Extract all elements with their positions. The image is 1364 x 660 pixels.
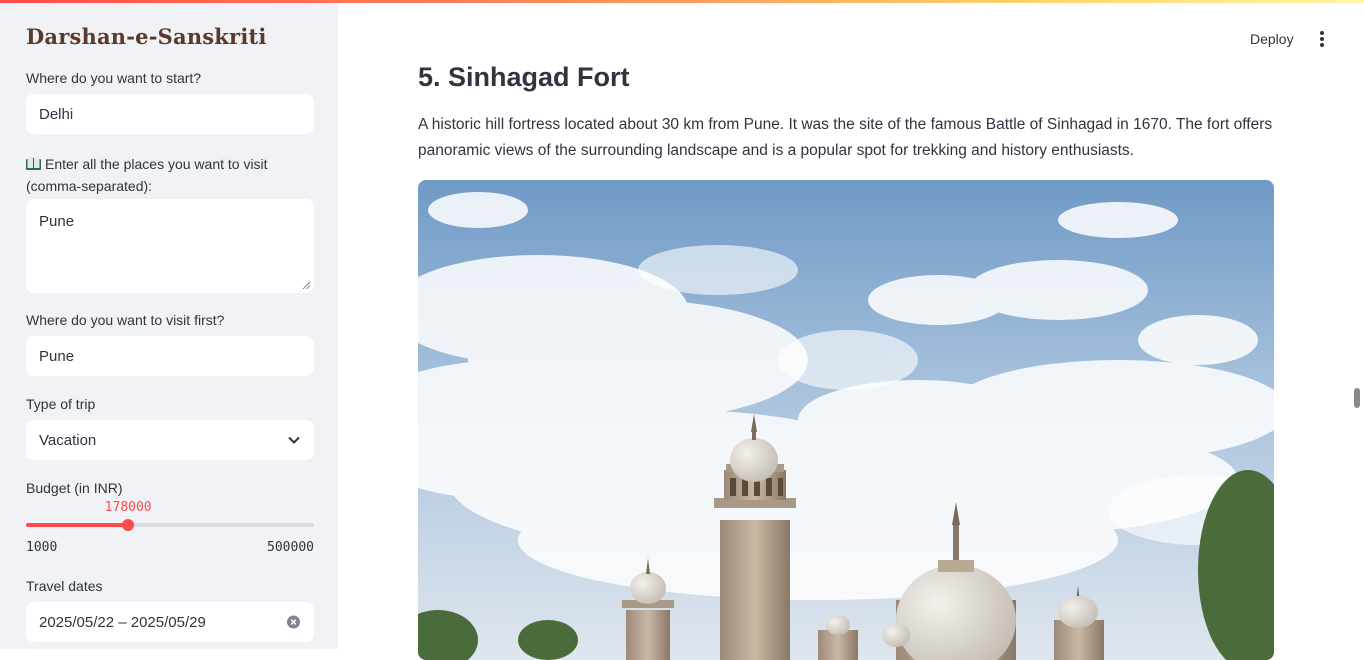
monument-photo xyxy=(418,180,1274,660)
places-textarea[interactable]: Pune xyxy=(26,199,314,293)
budget-slider[interactable] xyxy=(26,519,314,531)
trip-type-value: Vacation xyxy=(39,431,97,449)
first-input[interactable]: Pune xyxy=(26,336,314,376)
section-heading: 5. Sinhagad Fort xyxy=(418,62,630,92)
places-textarea-value: Pune xyxy=(39,213,75,230)
monument-photo-image xyxy=(418,180,1274,660)
places-label-text: Enter all the places you want to visit (… xyxy=(26,156,268,194)
budget-slider-fill xyxy=(26,523,129,527)
budget-slider-value: 178000 xyxy=(104,500,152,515)
budget-label: Budget (in INR) xyxy=(26,480,123,496)
page-scrollbar-thumb[interactable] xyxy=(1354,388,1360,408)
section-description: A historic hill fortress located about 3… xyxy=(418,116,1273,159)
first-input-value: Pune xyxy=(39,347,75,365)
sidebar: Darshan-e-Sanskriti Where do you want to… xyxy=(0,0,338,649)
start-input-value: Delhi xyxy=(39,105,74,123)
dates-label: Travel dates xyxy=(26,578,103,594)
chevron-down-icon xyxy=(288,436,300,444)
places-label: Enter all the places you want to visit (… xyxy=(26,153,316,197)
first-label: Where do you want to visit first? xyxy=(26,312,225,328)
app-title: Darshan-e-Sanskriti xyxy=(26,24,267,49)
start-input[interactable]: Delhi xyxy=(26,94,314,134)
budget-max-label: 500000 xyxy=(267,540,314,555)
budget-min-label: 1000 xyxy=(26,540,58,555)
dates-input-value: 2025/05/22 – 2025/05/29 xyxy=(39,613,206,631)
deploy-button[interactable]: Deploy xyxy=(1244,29,1300,49)
start-label: Where do you want to start? xyxy=(26,70,202,86)
more-vertical-icon[interactable] xyxy=(1313,29,1331,49)
top-accent-bar xyxy=(0,0,1364,3)
clear-icon[interactable] xyxy=(287,615,300,629)
dates-input[interactable]: 2025/05/22 – 2025/05/29 xyxy=(26,602,314,642)
budget-slider-thumb[interactable] xyxy=(122,519,135,531)
trip-type-select[interactable]: Vacation xyxy=(26,420,314,460)
trip-type-label: Type of trip xyxy=(26,396,96,412)
resize-handle-icon[interactable] xyxy=(302,281,311,290)
book-icon xyxy=(26,158,41,170)
